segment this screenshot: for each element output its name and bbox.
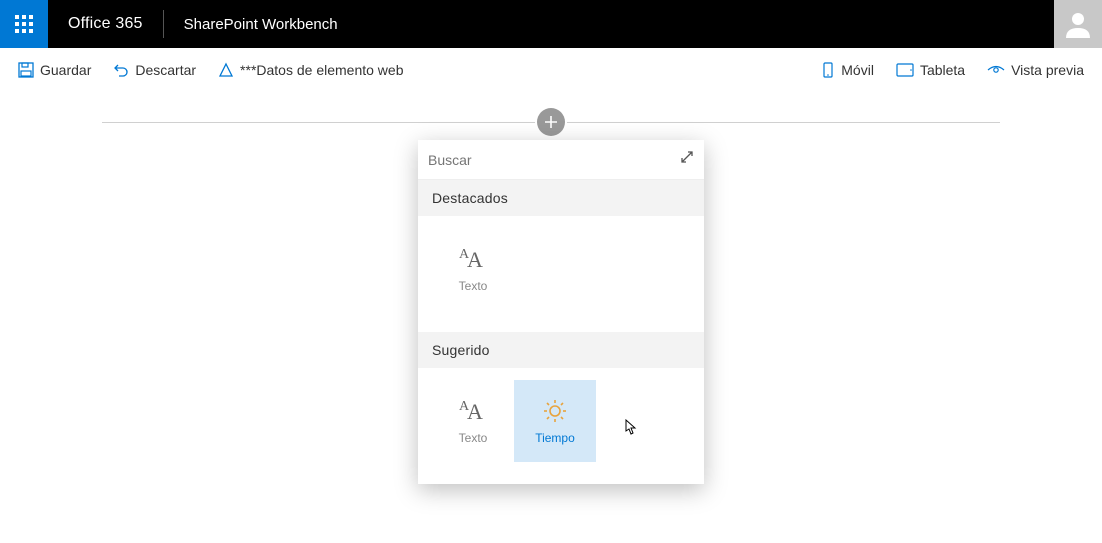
suite-brand[interactable]: Office 365 (48, 15, 163, 33)
discard-button[interactable]: Descartar (107, 58, 202, 82)
add-webpart-button[interactable] (537, 108, 565, 136)
search-input[interactable] (428, 152, 680, 168)
text-icon: AA (457, 397, 489, 425)
webpart-data-label: ***Datos de elemento web (240, 62, 403, 78)
sun-icon (539, 397, 571, 425)
tablet-button[interactable]: Tableta (890, 58, 971, 82)
suite-header: Office 365 SharePoint Workbench (0, 0, 1102, 48)
tile-text[interactable]: AA Texto (432, 380, 514, 462)
tablet-icon (896, 63, 914, 77)
tile-label: Texto (459, 431, 488, 445)
save-icon (18, 62, 34, 78)
section-featured-header: Destacados (418, 180, 704, 216)
canvas (0, 92, 1102, 135)
preview-button[interactable]: Vista previa (981, 58, 1090, 82)
webpart-data-button[interactable]: ***Datos de elemento web (212, 58, 409, 82)
mobile-label: Móvil (841, 62, 874, 78)
section-featured-body: AA Texto (418, 216, 704, 332)
preview-icon (987, 63, 1005, 77)
tile-label: Tiempo (535, 431, 575, 445)
section-suggested-header: Sugerido (418, 332, 704, 368)
section-divider (102, 122, 1000, 123)
picker-search-row (418, 140, 704, 180)
undo-icon (113, 62, 129, 78)
tablet-label: Tableta (920, 62, 965, 78)
tile-label: Texto (459, 279, 488, 293)
section-suggested-body: AA Texto Tiempo (418, 368, 704, 484)
webpart-picker: Destacados AA Texto Sugerido AA Texto (418, 140, 704, 484)
mobile-icon (821, 62, 835, 78)
save-button[interactable]: Guardar (12, 58, 97, 82)
mobile-button[interactable]: Móvil (815, 58, 880, 82)
triangle-icon (218, 62, 234, 78)
app-title: SharePoint Workbench (164, 16, 358, 33)
command-bar: Guardar Descartar ***Datos de elemento w… (0, 48, 1102, 92)
tile-text[interactable]: AA Texto (432, 228, 514, 310)
app-launcher[interactable] (0, 0, 48, 48)
save-label: Guardar (40, 62, 91, 78)
discard-label: Descartar (135, 62, 196, 78)
waffle-icon (15, 15, 33, 33)
tile-weather[interactable]: Tiempo (514, 380, 596, 462)
text-icon: AA (457, 245, 489, 273)
preview-label: Vista previa (1011, 62, 1084, 78)
person-icon (1062, 8, 1094, 40)
plus-icon (544, 115, 558, 129)
user-avatar[interactable] (1054, 0, 1102, 48)
expand-icon[interactable] (680, 150, 694, 169)
